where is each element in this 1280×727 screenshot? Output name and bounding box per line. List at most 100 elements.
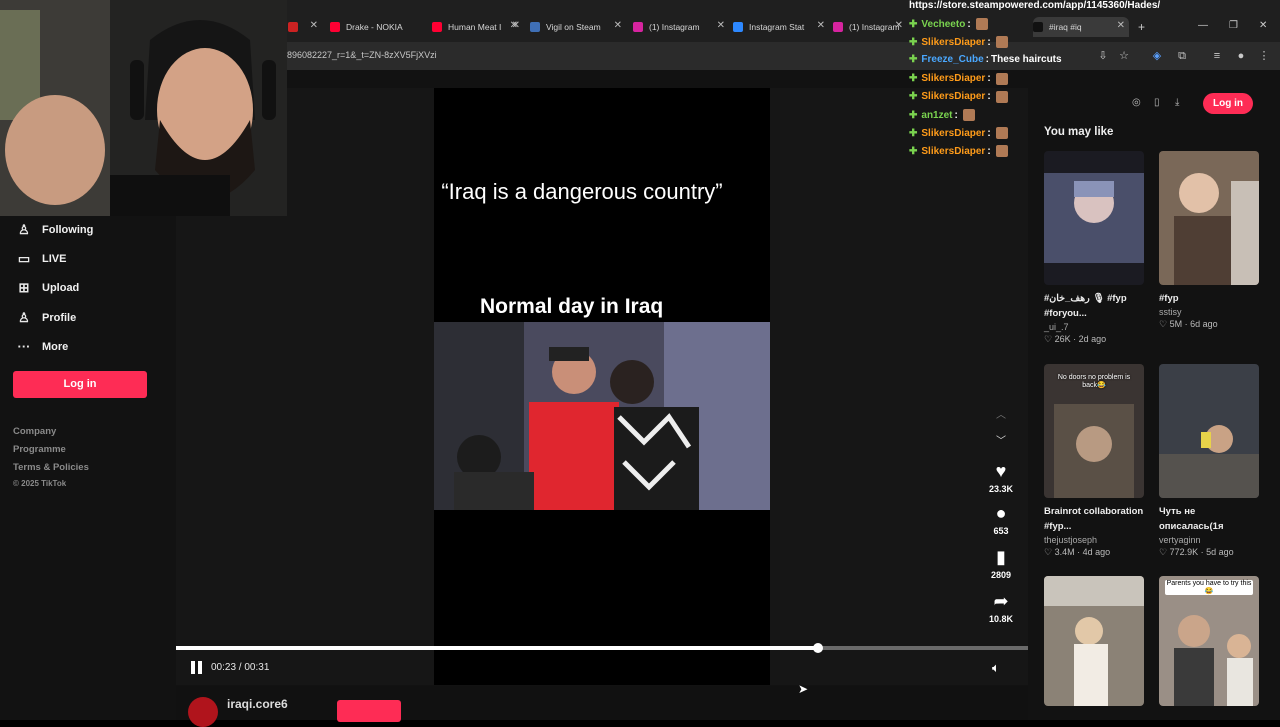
follow-button[interactable] [337,700,401,722]
tab-label: #iraq #iq [1049,22,1082,32]
sidebar-item-label: Following [42,224,94,236]
card-thumbnail: Parents you have to try this 😂 [1159,576,1259,706]
recommended-card[interactable]: No doors no problem is back😂 Brainrot co… [1044,364,1144,558]
chat-message: ✚ Vecheeto : [909,18,988,30]
chat-username: SlikersDiaper [921,91,986,103]
sidebar-item-label: LIVE [42,253,67,265]
chevron-up-icon[interactable]: ︿ [996,406,1006,421]
tab-favicon-icon [833,22,843,32]
install-icon[interactable]: ⇩ [1097,50,1109,62]
minimize-button[interactable]: — [1198,20,1208,31]
login-button[interactable]: Log in [13,371,147,398]
tab-close-icon[interactable]: ✕ [717,20,725,31]
card-overlay-text: No doors no problem is back😂 [1057,374,1131,389]
mouse-cursor: ➤ [798,682,809,696]
plus-square-icon: ⊞ [18,280,30,295]
chat-emote-icon [995,145,1008,158]
volume-icon[interactable]: 🔈︎ [992,660,1000,676]
share-button[interactable]: ➦ 10.8K [986,591,1016,624]
browser-tab[interactable]: Vigil on Steam ✕ [530,17,626,37]
login-button-top[interactable]: Log in [1203,93,1253,114]
tab-close-icon[interactable]: ✕ [895,20,903,31]
sidebar-item-live[interactable]: ▭ LIVE [16,251,67,267]
pause-icon[interactable] [191,661,203,674]
chat-message: ✚ SlikersDiaper : [909,90,1008,103]
browser-tab[interactable]: (1) Instagram ✕ [633,17,729,37]
phone-icon[interactable]: ▯ [1154,97,1160,108]
comment-count: 653 [993,526,1009,536]
sidebar-item-profile[interactable]: ♙ Profile [16,310,76,326]
chat-message: ✚ SlikersDiaper : [909,72,1008,85]
chat-username: SlikersDiaper [921,145,986,157]
more-icon: ··· [17,339,31,354]
card-thumbnail: No doors no problem is back😂 [1044,364,1144,498]
chat-separator: : [987,73,991,85]
save-button[interactable]: ▮ 2809 [986,547,1016,580]
tab-favicon-icon [288,22,298,32]
browser-tab[interactable]: Human Meat I ✕ [432,17,522,37]
card-title: #fyp [1159,293,1179,304]
heart-outline-icon: ♡ [1159,547,1168,557]
like-count: 23.3K [988,484,1014,494]
footer-company-link[interactable]: Company [13,426,56,437]
menu-lines-icon[interactable]: ≡ [1211,50,1223,62]
chat-badge-icon: ✚ [909,54,918,66]
tab-close-icon[interactable]: ✕ [614,20,622,31]
video-clip-image [434,322,770,510]
tab-close-icon[interactable]: ✕ [310,20,318,31]
like-button[interactable]: ♥ 23.3K [986,461,1016,494]
chat-message: ✚ SlikersDiaper : [909,36,1008,49]
webcam-overlay [0,0,287,216]
extension-icon[interactable]: ◈ [1151,50,1163,62]
avatar[interactable] [188,697,218,727]
card-user: vertyaginn [1159,535,1201,545]
recommended-card[interactable]: Parents you have to try this 😂 [1159,576,1259,706]
puzzle-icon[interactable]: ⧉ [1176,50,1188,62]
recommended-card[interactable]: #رهف_خان 🎙 #fyp #foryou... _ui_.7 ♡ 26K … [1044,151,1144,345]
tab-close-icon[interactable]: ✕ [1117,20,1125,31]
browser-tab[interactable]: ✕ [288,17,322,37]
browser-tab[interactable]: #iraq #iq ✕ [1033,17,1129,37]
tab-label: Human Meat I [448,22,502,32]
sidebar-item-following[interactable]: ♙ Following [16,222,93,238]
progress-handle[interactable] [812,643,823,653]
comment-button[interactable]: ● 653 [986,503,1016,536]
browser-tab[interactable]: Instagram Stat ✕ [733,17,829,37]
sidebar-item-more[interactable]: ··· More [16,339,69,355]
author-name[interactable]: iraqi.core6 [227,697,288,711]
card-user: sstisy [1159,307,1182,317]
card-user: thejustjoseph [1044,535,1098,545]
footer-programme-link[interactable]: Programme [13,444,66,455]
recommended-card[interactable]: #fyp sstisy ♡ 5M · 6d ago [1159,151,1259,330]
chat-message: ✚ SlikersDiaper : [909,145,1008,158]
chat-emote-icon [995,36,1008,49]
sidebar-item-upload[interactable]: ⊞ Upload [16,280,80,296]
card-meta: ♡ 772.9K · 5d ago [1159,547,1234,557]
chat-separator: : [967,18,971,30]
browser-tab[interactable]: (1) Instagram ✕ [833,17,907,37]
tab-favicon-icon [330,22,340,32]
recommended-card[interactable]: Чуть не описалась(1я часть... vertyaginn… [1159,364,1259,558]
maximize-button[interactable]: ❐ [1229,20,1238,31]
new-tab-button[interactable]: + [1138,20,1145,34]
card-title: #رهف_خان 🎙 #fyp #foryou... [1044,293,1127,319]
close-window-button[interactable]: ✕ [1259,20,1267,31]
video-caption-mid: Normal day in Iraq [480,295,664,318]
tab-close-icon[interactable]: ✕ [510,20,518,31]
tab-close-icon[interactable]: ✕ [817,20,825,31]
card-thumbnail [1159,364,1259,498]
card-thumbnail [1159,151,1259,285]
chevron-down-icon[interactable]: ﹀ [996,432,1006,447]
star-icon[interactable]: ☆ [1118,50,1130,62]
compass-icon[interactable]: ◎ [1132,97,1141,108]
chat-username: SlikersDiaper [921,73,986,85]
download-icon[interactable]: ⤓ [1175,97,1179,108]
url-text[interactable]: 896082227_r=1&_t=ZN-8zXV5FjXVzi [287,50,437,60]
chat-username: SlikersDiaper [921,36,986,48]
footer-terms-link[interactable]: Terms & Policies [13,462,89,473]
profile-avatar-icon[interactable]: ● [1235,50,1247,62]
chat-username: SlikersDiaper [921,127,986,139]
kebab-menu-icon[interactable]: ⋮ [1258,50,1270,62]
you-may-like-heading: You may like [1044,126,1114,138]
recommended-card[interactable] [1044,576,1144,706]
